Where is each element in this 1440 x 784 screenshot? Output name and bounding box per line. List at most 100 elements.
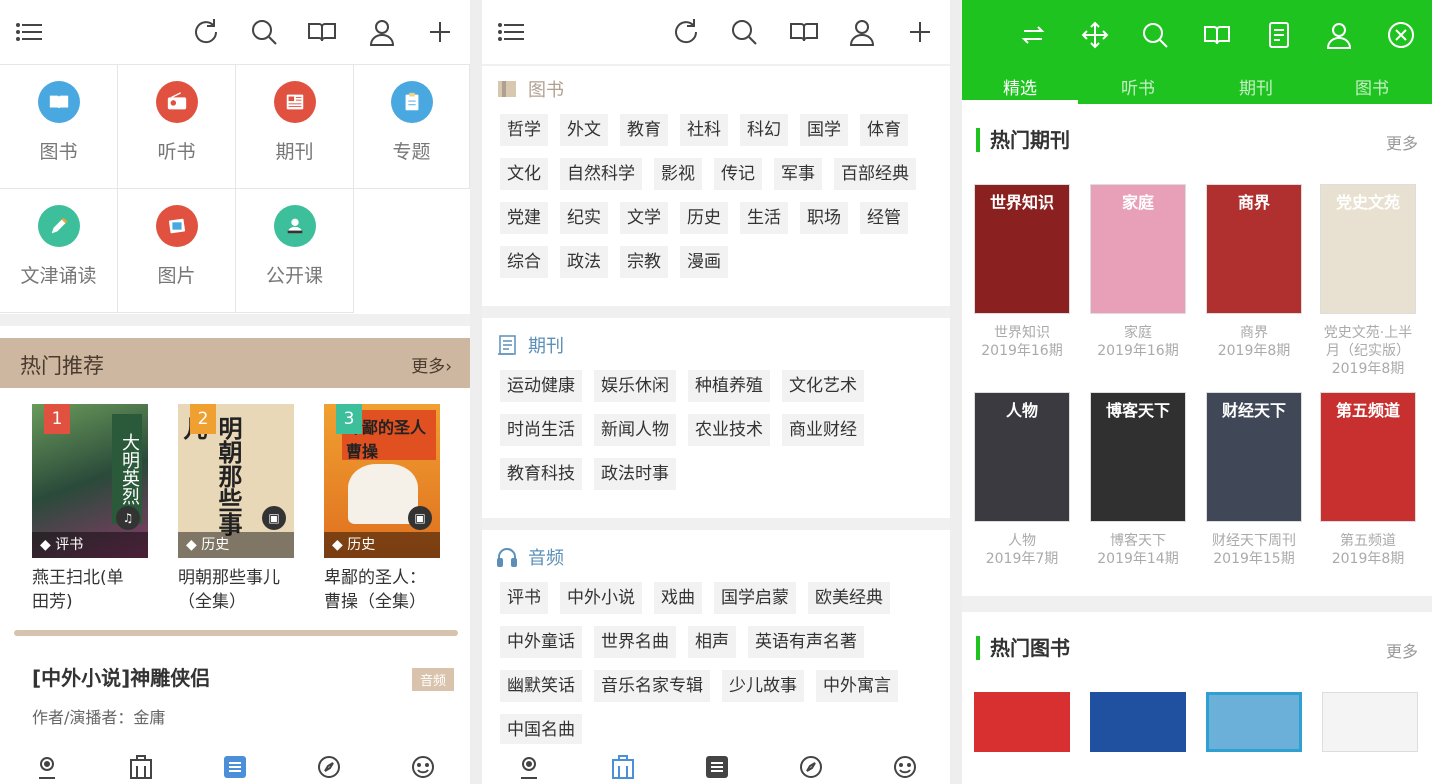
category-chip[interactable]: 宗教 <box>620 246 668 278</box>
smile-icon[interactable] <box>410 754 436 780</box>
user-icon[interactable] <box>1324 20 1354 50</box>
category-chip[interactable]: 漫画 <box>680 246 728 278</box>
compass-icon[interactable] <box>316 754 342 780</box>
category-chip[interactable]: 历史 <box>680 202 728 234</box>
category-chip[interactable]: 社科 <box>680 114 728 146</box>
close-icon[interactable] <box>1386 20 1416 50</box>
category-chip[interactable]: 职场 <box>800 202 848 234</box>
category-chip[interactable]: 文化 <box>500 158 548 190</box>
grid-item-open-courses[interactable]: 公开课 <box>236 189 354 313</box>
category-chip[interactable]: 政法 <box>560 246 608 278</box>
category-chip[interactable]: 少儿故事 <box>722 670 804 702</box>
category-chip[interactable]: 国学 <box>800 114 848 146</box>
journal-card[interactable]: 博客天下 博客天下 2019年14期 <box>1088 392 1188 568</box>
category-chip[interactable]: 中国名曲 <box>500 714 582 746</box>
search-icon[interactable] <box>1140 20 1170 50</box>
document-icon[interactable] <box>1264 20 1294 50</box>
category-chip[interactable]: 中外小说 <box>560 582 642 614</box>
menu-icon[interactable] <box>496 16 528 48</box>
recommend-title[interactable]: [中外小说]神雕侠侣 <box>32 662 210 691</box>
book-open-icon[interactable] <box>788 16 820 48</box>
user-icon[interactable] <box>846 16 878 48</box>
category-chip[interactable]: 传记 <box>714 158 762 190</box>
book-cover[interactable] <box>974 692 1070 752</box>
tab-featured[interactable]: 精选 <box>980 74 1060 99</box>
book-card[interactable]: 大明英烈 1 ♫ ◆ 评书 燕王扫北(单 田芳) <box>32 404 150 614</box>
more-link[interactable]: 更多 <box>1386 130 1418 154</box>
book-card[interactable]: 卑鄙的圣人曹操 3 ▣ ◆ 历史 卑鄙的圣人： 曹操（全集） <box>324 404 442 614</box>
category-chip[interactable]: 英语有声名著 <box>748 626 864 658</box>
category-chip[interactable]: 商业财经 <box>782 414 864 446</box>
list-icon[interactable] <box>222 754 248 780</box>
category-chip[interactable]: 时尚生活 <box>500 414 582 446</box>
book-cover[interactable] <box>1322 692 1418 752</box>
plus-icon[interactable] <box>904 16 936 48</box>
tab-books[interactable]: 图书 <box>1332 74 1412 99</box>
grid-item-pictures[interactable]: 图片 <box>118 189 236 313</box>
user-icon[interactable] <box>366 16 398 48</box>
more-link[interactable]: 更多 <box>1386 638 1418 662</box>
list-icon[interactable] <box>704 754 730 780</box>
journal-card[interactable]: 商界 商界 2019年8期 <box>1204 184 1304 360</box>
category-chip[interactable]: 中外寓言 <box>816 670 898 702</box>
category-chip[interactable]: 综合 <box>500 246 548 278</box>
home-icon[interactable] <box>516 754 542 780</box>
category-chip[interactable]: 运动健康 <box>500 370 582 402</box>
category-chip[interactable]: 相声 <box>688 626 736 658</box>
category-chip[interactable]: 生活 <box>740 202 788 234</box>
category-chip[interactable]: 娱乐休闲 <box>594 370 676 402</box>
search-icon[interactable] <box>728 16 760 48</box>
category-chip[interactable]: 体育 <box>860 114 908 146</box>
category-chip[interactable]: 农业技术 <box>688 414 770 446</box>
category-chip[interactable]: 纪实 <box>560 202 608 234</box>
book-card[interactable]: 明朝那些事儿 2 ▣ ◆ 历史 明朝那些事儿（全集） <box>178 404 296 614</box>
category-chip[interactable]: 教育 <box>620 114 668 146</box>
smile-icon[interactable] <box>892 754 918 780</box>
home-icon[interactable] <box>34 754 60 780</box>
grid-item-audiobooks[interactable]: 听书 <box>118 65 236 189</box>
category-chip[interactable]: 文学 <box>620 202 668 234</box>
journal-card[interactable]: 家庭 家庭 2019年16期 <box>1088 184 1188 360</box>
category-chip[interactable]: 戏曲 <box>654 582 702 614</box>
move-icon[interactable] <box>1080 20 1110 50</box>
plus-icon[interactable] <box>424 16 456 48</box>
category-chip[interactable]: 政法时事 <box>594 458 676 490</box>
category-chip[interactable]: 哲学 <box>500 114 548 146</box>
category-chip[interactable]: 中外童话 <box>500 626 582 658</box>
grid-item-books[interactable]: 图书 <box>0 65 118 189</box>
journal-card[interactable]: 财经天下 财经天下周刊 2019年15期 <box>1204 392 1304 568</box>
compass-icon[interactable] <box>798 754 824 780</box>
category-chip[interactable]: 百部经典 <box>834 158 916 190</box>
category-chip[interactable]: 经管 <box>860 202 908 234</box>
category-chip[interactable]: 欧美经典 <box>808 582 890 614</box>
library-icon[interactable] <box>128 754 154 780</box>
category-chip[interactable]: 种植养殖 <box>688 370 770 402</box>
grid-item-reading[interactable]: 文津诵读 <box>0 189 118 313</box>
category-chip[interactable]: 评书 <box>500 582 548 614</box>
refresh-icon[interactable] <box>670 16 702 48</box>
category-chip[interactable]: 文化艺术 <box>782 370 864 402</box>
tab-audiobooks[interactable]: 听书 <box>1098 74 1178 99</box>
book-cover[interactable] <box>1206 692 1302 752</box>
more-link[interactable]: 更多› <box>411 352 452 377</box>
category-chip[interactable]: 新闻人物 <box>594 414 676 446</box>
search-icon[interactable] <box>248 16 280 48</box>
refresh-icon[interactable] <box>190 16 222 48</box>
journal-card[interactable]: 世界知识 世界知识 2019年16期 <box>972 184 1072 360</box>
category-chip[interactable]: 军事 <box>774 158 822 190</box>
book-cover[interactable] <box>1090 692 1186 752</box>
grid-item-topics[interactable]: 专题 <box>354 65 470 189</box>
book-open-icon[interactable] <box>306 16 338 48</box>
swap-icon[interactable] <box>1018 20 1048 50</box>
book-open-icon[interactable] <box>1202 20 1232 50</box>
library-icon[interactable] <box>610 754 636 780</box>
category-chip[interactable]: 党建 <box>500 202 548 234</box>
category-chip[interactable]: 国学启蒙 <box>714 582 796 614</box>
tab-journals[interactable]: 期刊 <box>1216 74 1296 99</box>
category-chip[interactable]: 音乐名家专辑 <box>594 670 710 702</box>
journal-card[interactable]: 人物 人物 2019年7期 <box>972 392 1072 568</box>
category-chip[interactable]: 世界名曲 <box>594 626 676 658</box>
category-chip[interactable]: 教育科技 <box>500 458 582 490</box>
category-chip[interactable]: 自然科学 <box>560 158 642 190</box>
journal-card[interactable]: 第五频道 第五频道 2019年8期 <box>1318 392 1418 568</box>
